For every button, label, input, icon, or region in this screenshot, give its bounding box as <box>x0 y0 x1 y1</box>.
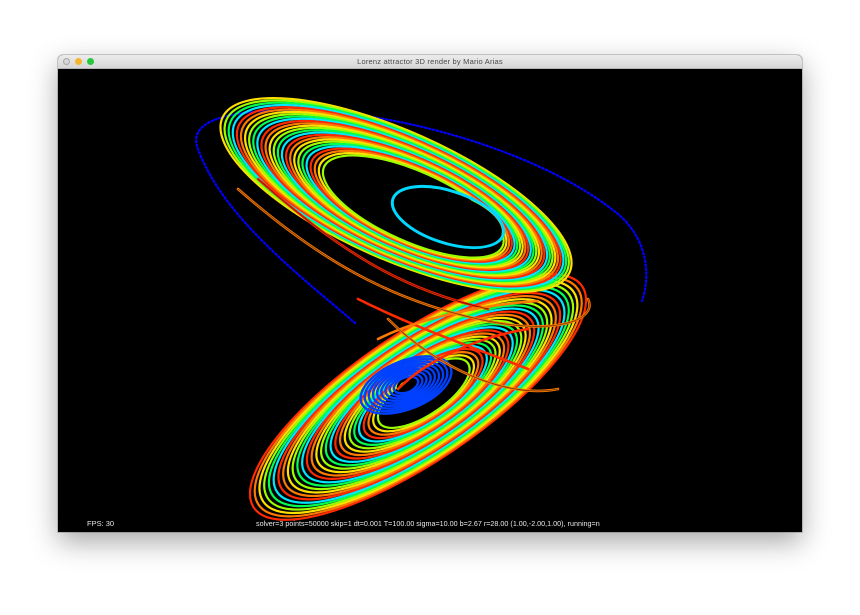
lorenz-attractor-render <box>195 96 648 521</box>
app-window: Lorenz attractor 3D render by Mario Aria… <box>58 55 802 532</box>
render-canvas[interactable] <box>58 69 802 532</box>
fps-counter: FPS: 30 <box>87 519 115 528</box>
solver-status: solver=3 points=50000 skip=1 dt=0.001 T=… <box>256 519 600 528</box>
window-title: Lorenz attractor 3D render by Mario Aria… <box>357 57 503 66</box>
title-bar[interactable]: Lorenz attractor 3D render by Mario Aria… <box>58 55 802 69</box>
